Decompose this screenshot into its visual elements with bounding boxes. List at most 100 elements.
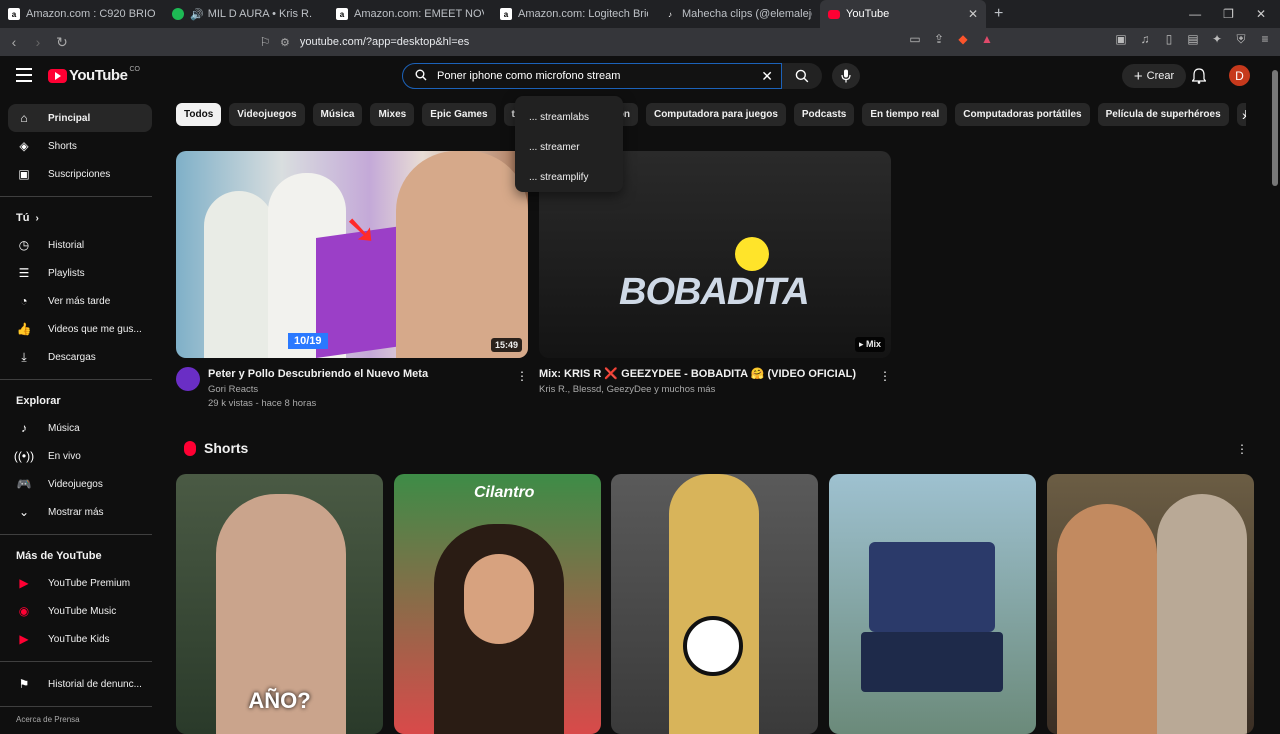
- short-card[interactable]: [1047, 474, 1254, 734]
- channel-name[interactable]: Kris R., Blessd, GeezyDee y muchos más: [539, 383, 856, 397]
- reload-icon[interactable]: ↻: [52, 34, 72, 51]
- browser-tab[interactable]: a Amazon.com : C920 BRIO: [0, 0, 164, 28]
- suggestion-item[interactable]: ... streamlabs: [515, 102, 623, 132]
- new-tab-icon[interactable]: +: [986, 5, 1011, 23]
- chip[interactable]: Mixes: [370, 103, 415, 126]
- chevron-right-icon[interactable]: ›: [1242, 107, 1247, 123]
- sidebar: ⌂ Principal ◈ Shorts ▣ Suscripciones Tú › ◷ H…: [0, 96, 160, 724]
- sidebar-item-report-history[interactable]: ⚑ Historial de denunc...: [0, 670, 160, 698]
- avatar[interactable]: D: [1229, 65, 1250, 86]
- video-thumbnail[interactable]: ➘ 10/19 15:49: [176, 151, 528, 358]
- media-icon[interactable]: ♫: [1138, 32, 1152, 46]
- sign-text: Cilantro: [474, 484, 535, 501]
- chip[interactable]: Podcasts: [793, 103, 855, 126]
- chip[interactable]: En tiempo real: [862, 103, 948, 126]
- playlists-icon: ☰: [18, 266, 30, 280]
- browser-tab[interactable]: aAmazon.com: Logitech Brio - Cámar: [492, 0, 656, 28]
- create-button[interactable]: + Crear: [1122, 64, 1186, 88]
- rewards-icon[interactable]: ▲: [980, 32, 994, 46]
- search-button[interactable]: [782, 63, 822, 89]
- menu-hamburger-icon[interactable]: [16, 68, 32, 82]
- sidebar-item-principal[interactable]: ⌂ Principal: [8, 104, 152, 132]
- sidebar-item-playlists[interactable]: ☰ Playlists: [0, 259, 160, 287]
- sidebar-item-yt-kids[interactable]: ▶ YouTube Kids: [0, 625, 160, 653]
- suggestion-item[interactable]: ... streamplify: [515, 162, 623, 192]
- amazon-icon: a: [336, 8, 348, 20]
- subscriptions-icon: ▣: [18, 167, 30, 181]
- browser-tab[interactable]: 🔊 MIL D AURA • Kris R.: [164, 0, 328, 28]
- chip[interactable]: Película de superhéroes: [1097, 103, 1229, 126]
- extension-icon[interactable]: ▣: [1114, 32, 1128, 46]
- site-settings-icon[interactable]: ⚙: [280, 36, 290, 49]
- video-card[interactable]: ➘ 10/19 15:49 Peter y Pollo Descubriendo…: [176, 151, 528, 411]
- sidebar-item-liked[interactable]: 👍 Videos que me gus...: [0, 315, 160, 343]
- chip[interactable]: Videojuegos: [229, 103, 305, 126]
- skeleton-figure: [669, 474, 759, 734]
- short-card[interactable]: [829, 474, 1036, 734]
- sidebar-you-heading[interactable]: Tú ›: [0, 205, 160, 231]
- sidebar-item-yt-premium[interactable]: ▶ YouTube Premium: [0, 569, 160, 597]
- sidebar-item-music[interactable]: ♪ Música: [0, 414, 160, 442]
- suggestion-item[interactable]: ... streamer: [515, 132, 623, 162]
- channel-name[interactable]: Gori Reacts: [208, 383, 428, 397]
- ai-icon[interactable]: ✦: [1210, 32, 1224, 46]
- short-card[interactable]: Cilantro: [394, 474, 601, 734]
- youtube-logo[interactable]: YouTube CO: [48, 66, 140, 84]
- forward-icon[interactable]: ›: [28, 34, 48, 50]
- brave-shield-icon[interactable]: ◆: [956, 32, 970, 46]
- url-actions: ▭ ⇪ ◆ ▲: [908, 32, 994, 46]
- wallet-icon[interactable]: ▤: [1186, 32, 1200, 46]
- browser-tab-active[interactable]: YouTube ✕: [820, 0, 986, 28]
- person-figure: [204, 191, 274, 358]
- maximize-icon[interactable]: ❐: [1223, 7, 1234, 21]
- notifications-bell-icon[interactable]: [1191, 68, 1207, 89]
- channel-avatar[interactable]: [176, 367, 200, 391]
- sidebar-item-history[interactable]: ◷ Historial: [0, 231, 160, 259]
- sidebar-explore-heading: Explorar: [16, 395, 61, 407]
- sidebar-item-gaming[interactable]: 🎮 Videojuegos: [0, 470, 160, 498]
- sidebar-item-yt-music[interactable]: ◉ YouTube Music: [0, 597, 160, 625]
- chip[interactable]: Computadoras portátiles: [955, 103, 1090, 126]
- browser-tab[interactable]: ♪Mahecha clips (@elemalejo.clips) | Ti: [656, 0, 820, 28]
- sidebar-item-downloads[interactable]: ⤓ Descargas: [0, 343, 160, 371]
- sidebar-icon[interactable]: ▯: [1162, 32, 1176, 46]
- clear-search-icon[interactable]: ✕: [761, 68, 773, 85]
- sidebar-item-watch-later[interactable]: ◔ Ver más tarde: [0, 287, 160, 315]
- sidebar-item-shorts[interactable]: ◈ Shorts: [0, 132, 160, 160]
- window-controls: — ❐ ✕: [1189, 7, 1280, 21]
- chip[interactable]: Música: [312, 103, 363, 126]
- more-options-icon[interactable]: ⋮: [516, 369, 528, 383]
- short-card[interactable]: AÑO?: [176, 474, 383, 734]
- voice-search-button[interactable]: [832, 63, 860, 89]
- chip-todos[interactable]: Todos: [176, 103, 222, 126]
- more-options-icon[interactable]: ⋮: [1236, 442, 1248, 456]
- close-window-icon[interactable]: ✕: [1256, 7, 1266, 21]
- page-scrollbar[interactable]: [1272, 70, 1278, 186]
- sidebar-item-live[interactable]: ((•)) En vivo: [0, 442, 160, 470]
- minimize-icon[interactable]: —: [1189, 7, 1201, 21]
- url-field[interactable]: ⚙ youtube.com/?app=desktop&hl=es: [280, 31, 1000, 53]
- more-options-icon[interactable]: ⋮: [879, 369, 891, 383]
- soccer-ball-icon: [683, 616, 743, 676]
- duration-badge: 15:49: [490, 338, 522, 352]
- menu-icon[interactable]: ≡: [1258, 32, 1272, 46]
- chip[interactable]: Computadora para juegos: [645, 103, 786, 126]
- cast-icon[interactable]: ▭: [908, 32, 922, 46]
- bookmark-icon[interactable]: ⚐: [258, 35, 272, 49]
- chip[interactable]: Epic Games: [422, 103, 496, 126]
- sidebar-item-show-more[interactable]: ⌄ Mostrar más: [0, 498, 160, 526]
- back-icon[interactable]: ‹: [4, 34, 24, 50]
- close-tab-icon[interactable]: ✕: [968, 7, 978, 21]
- search-input[interactable]: Poner iphone como microfono stream ✕: [402, 63, 782, 89]
- yt-music-icon: ◉: [18, 604, 30, 618]
- video-title[interactable]: Peter y Pollo Descubriendo el Nuevo Meta: [208, 367, 428, 381]
- video-title[interactable]: Mix: KRIS R ❌ GEEZYDEE - BOBADITA 🤗 (VID…: [539, 367, 856, 381]
- browser-tab[interactable]: aAmazon.com: EMEET NOVA 4K Cáma: [328, 0, 492, 28]
- divider: [0, 661, 152, 662]
- youtube-icon: [828, 9, 840, 19]
- vpn-icon[interactable]: ⛨: [1234, 32, 1248, 46]
- short-card[interactable]: [611, 474, 818, 734]
- laptop-graphic: [869, 542, 995, 632]
- sidebar-item-subscriptions[interactable]: ▣ Suscripciones: [0, 160, 160, 188]
- share-icon[interactable]: ⇪: [932, 32, 946, 46]
